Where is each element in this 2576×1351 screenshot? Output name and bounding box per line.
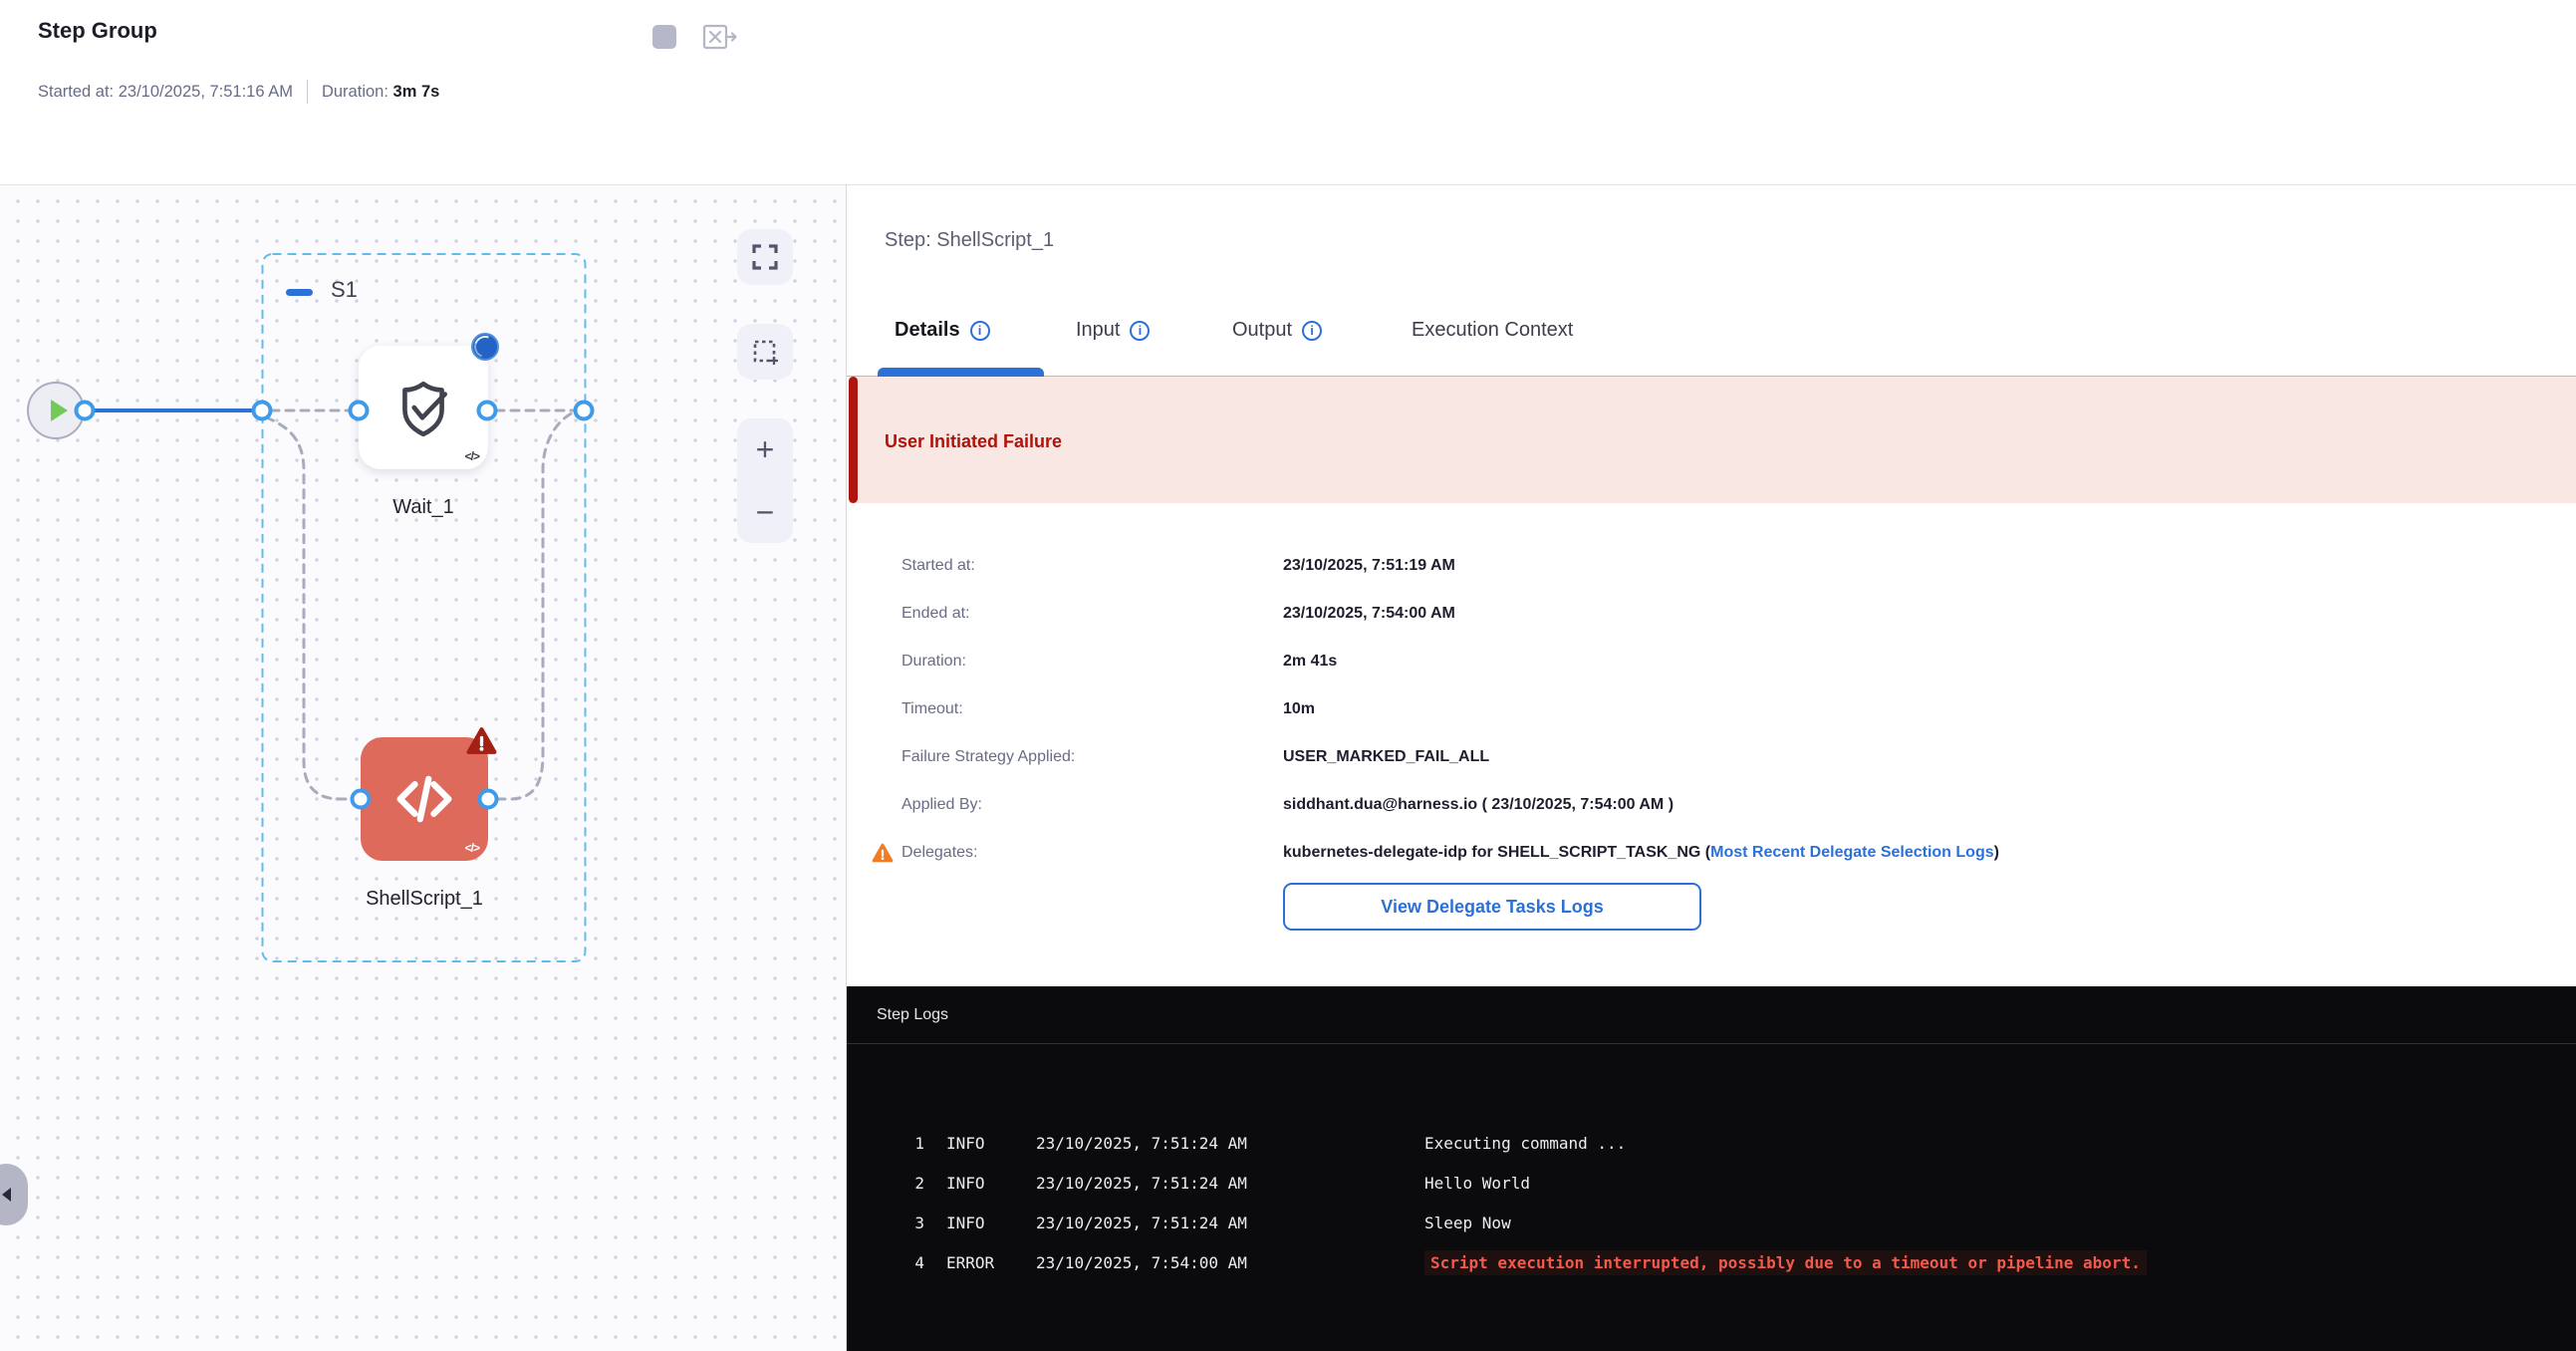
duration: Duration: 3m 7s	[322, 83, 439, 102]
header: Step Group Started at: 23/10/2025, 7:51:…	[0, 0, 2576, 185]
started-at: Started at: 23/10/2025, 7:51:16 AM	[38, 83, 293, 102]
detail-row-timeout: Timeout: 10m	[902, 685, 2535, 733]
node-label-wait-1[interactable]: Wait_1	[344, 496, 503, 519]
info-icon[interactable]: i	[970, 321, 990, 341]
step-title: Step: ShellScript_1	[885, 229, 1054, 252]
zoom-in-button[interactable]: +	[756, 433, 775, 465]
node-label-shellscript-1[interactable]: ShellScript_1	[329, 888, 520, 911]
log-line: 2 INFO 23/10/2025, 7:51:24 AM Hello Worl…	[847, 1163, 2576, 1203]
step-logs-title: Step Logs	[877, 1006, 948, 1024]
running-status-badge	[471, 333, 499, 361]
page-title: Step Group	[38, 18, 157, 44]
active-tab-indicator	[878, 368, 1044, 377]
failure-message: User Initiated Failure	[885, 431, 1062, 452]
step-details-panel: Step: ShellScript_1 Details i Input i Ou…	[847, 185, 2576, 1351]
view-delegate-tasks-logs-button[interactable]: View Delegate Tasks Logs	[1283, 883, 1701, 931]
detail-row-applied-by: Applied By: siddhant.dua@harness.io ( 23…	[902, 781, 2535, 829]
tab-bar: Details i Input i Output i Execution Con…	[847, 315, 2576, 377]
collapse-group-icon[interactable]	[286, 289, 313, 296]
zoom-out-button[interactable]: −	[756, 496, 775, 528]
failure-banner-accent	[849, 377, 858, 503]
node-wait-1[interactable]: </>	[359, 346, 488, 469]
step-group-label: S1	[331, 277, 358, 303]
tab-input[interactable]: Input i	[1076, 319, 1150, 342]
node-shellscript-1[interactable]: </>	[361, 737, 488, 861]
detail-row-ended-at: Ended at: 23/10/2025, 7:54:00 AM	[902, 590, 2535, 638]
log-line: 1 INFO 23/10/2025, 7:51:24 AM Executing …	[847, 1123, 2576, 1163]
detail-row-started-at: Started at: 23/10/2025, 7:51:19 AM	[902, 542, 2535, 590]
log-output: 1 INFO 23/10/2025, 7:51:24 AM Executing …	[847, 1044, 2576, 1282]
marquee-select-button[interactable]	[737, 324, 793, 380]
zoom-controls: + −	[737, 418, 793, 543]
step-logs-header: Step Logs	[847, 986, 2576, 1044]
selection-box-icon	[749, 336, 781, 368]
step-detail-list: Started at: 23/10/2025, 7:51:19 AM Ended…	[902, 542, 2535, 877]
code-glyph-icon: </>	[465, 449, 479, 463]
step-group-execution-view: Step Group Started at: 23/10/2025, 7:51:…	[0, 0, 2576, 1351]
failure-banner: User Initiated Failure	[849, 377, 2576, 503]
execution-meta: Started at: 23/10/2025, 7:51:16 AM Durat…	[38, 80, 439, 104]
failed-status-badge	[466, 726, 497, 755]
info-icon[interactable]: i	[1130, 321, 1150, 341]
collapse-panel-toggle[interactable]	[0, 1164, 28, 1225]
tab-execution-context[interactable]: Execution Context	[1412, 319, 1573, 342]
fit-to-screen-button[interactable]	[737, 229, 793, 285]
log-line-error: 4 ERROR 23/10/2025, 7:54:00 AM Script ex…	[847, 1242, 2576, 1282]
info-icon[interactable]: i	[1302, 321, 1322, 341]
divider	[307, 80, 308, 104]
delegate-value: kubernetes-delegate-idp for SHELL_SCRIPT…	[1283, 844, 1710, 861]
warning-icon	[872, 843, 894, 863]
step-logs-console[interactable]: Step Logs 1 INFO 23/10/2025, 7:51:24 AM …	[847, 986, 2576, 1351]
delegate-selection-logs-link[interactable]: Most Recent Delegate Selection Logs	[1710, 844, 1994, 861]
play-icon	[51, 400, 68, 421]
tab-details[interactable]: Details i	[895, 319, 990, 342]
detail-row-duration: Duration: 2m 41s	[902, 638, 2535, 685]
mark-failed-x-arrow-icon[interactable]	[702, 23, 738, 51]
code-glyph-icon: </>	[465, 841, 479, 855]
shield-check-icon	[390, 375, 456, 440]
fullscreen-icon	[750, 242, 780, 272]
pipeline-graph-canvas[interactable]: S1 </> Wait_1 </>	[0, 185, 846, 1351]
step-group-s1-header: S1	[286, 277, 358, 303]
log-line: 3 INFO 23/10/2025, 7:51:24 AM Sleep Now	[847, 1203, 2576, 1242]
detail-row-failure-strategy: Failure Strategy Applied: USER_MARKED_FA…	[902, 733, 2535, 781]
panel-divider	[846, 185, 847, 1351]
code-icon	[387, 762, 461, 836]
square-icon[interactable]	[652, 25, 676, 49]
tab-output[interactable]: Output i	[1232, 319, 1322, 342]
pipeline-start-node[interactable]	[27, 382, 85, 439]
detail-row-delegates: Delegates: kubernetes-delegate-idp for S…	[902, 829, 2535, 877]
